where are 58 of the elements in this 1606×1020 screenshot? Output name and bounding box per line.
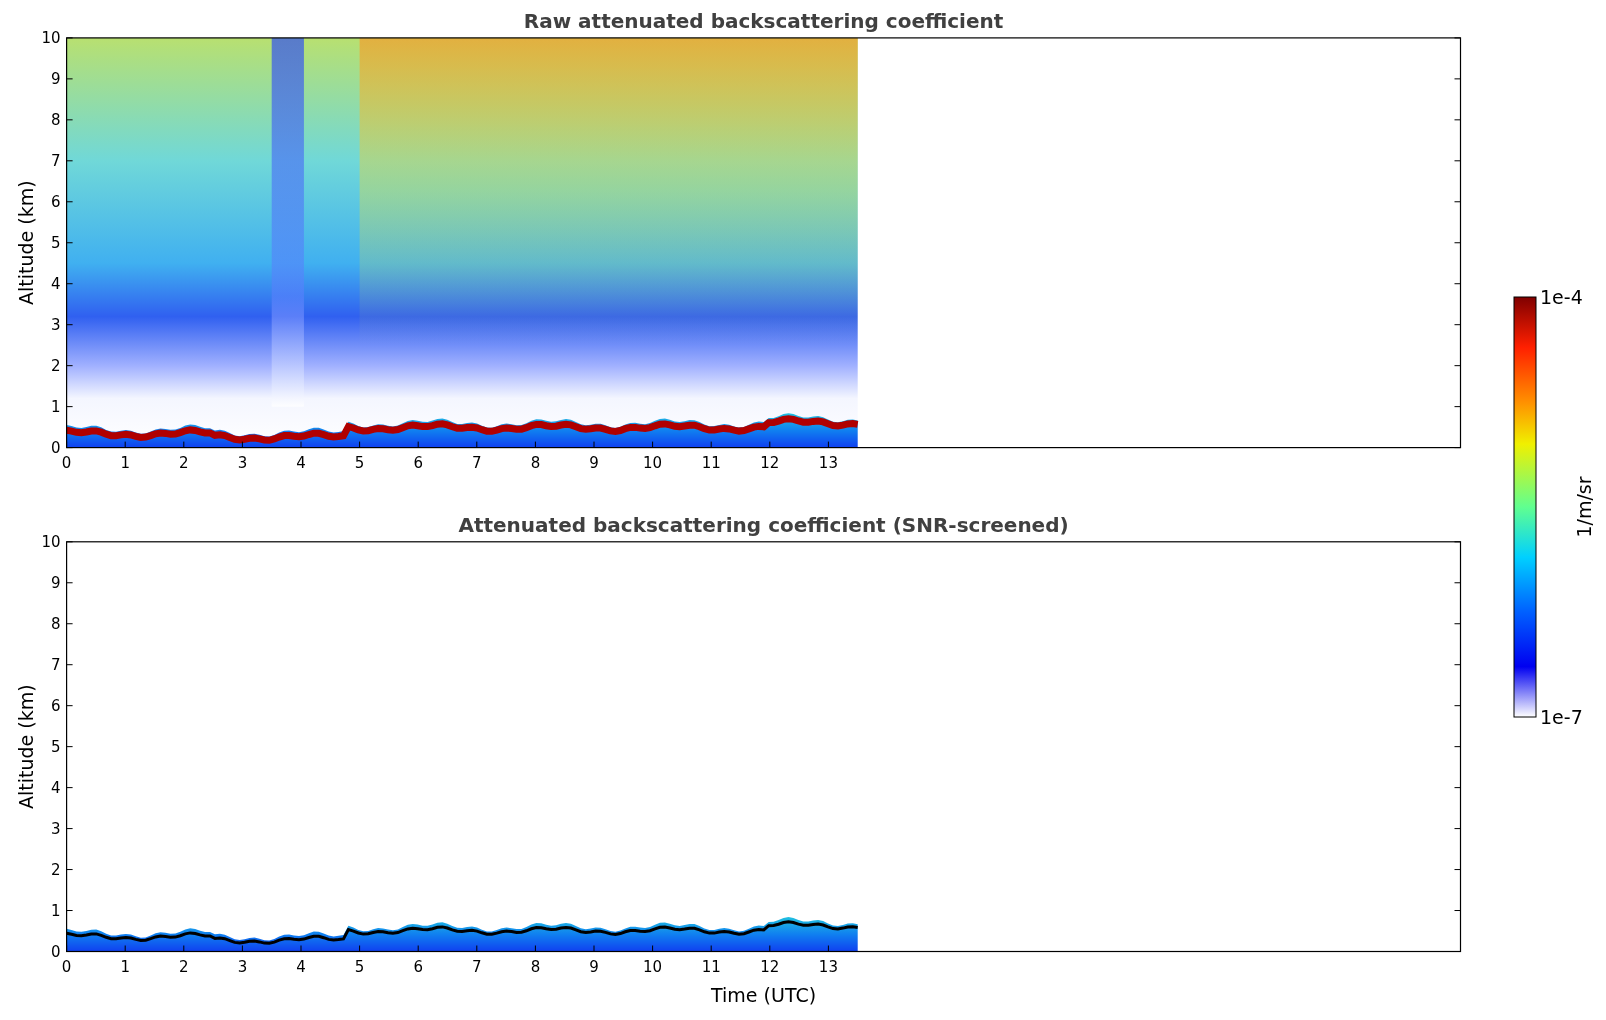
tick-label: 10 (41, 28, 61, 47)
tick-label: 3 (237, 957, 248, 976)
tick-label: 2 (51, 356, 61, 375)
tick-label: 2 (179, 957, 189, 976)
tick-label: 5 (354, 453, 365, 472)
colorbar-max-label: 1e-4 (1540, 286, 1583, 308)
tick-label: 1 (51, 901, 61, 920)
tick-label: 8 (530, 957, 541, 976)
x-axis-label: Time (UTC) (711, 983, 817, 1006)
tick-label: 13 (818, 957, 838, 976)
tick-label: 4 (296, 957, 306, 976)
tick-label: 5 (51, 233, 61, 252)
tick-label: 10 (643, 453, 663, 472)
tick-label: 7 (51, 151, 61, 170)
tick-label: 0 (61, 957, 72, 976)
tick-label: 4 (296, 453, 306, 472)
tick-label: 10 (41, 532, 61, 551)
tick-label: 9 (51, 69, 61, 88)
tick-label: 6 (413, 453, 423, 472)
tick-label: 3 (51, 315, 61, 334)
tick-label: 7 (472, 453, 482, 472)
tick-label: 1 (120, 957, 130, 976)
tick-label: 1 (51, 397, 61, 416)
tick-label: 3 (237, 453, 248, 472)
y-axis-label: Altitude (km) (14, 180, 37, 306)
tick-label: 5 (354, 957, 365, 976)
tick-label: 6 (51, 696, 61, 715)
tick-label: 2 (51, 860, 61, 879)
tick-label: 0 (51, 438, 61, 457)
tick-label: 8 (530, 453, 541, 472)
tick-label: 9 (589, 957, 599, 976)
tick-label: 0 (51, 942, 61, 961)
tick-label: 11 (701, 453, 721, 472)
tick-label: 0 (61, 453, 72, 472)
tick-label: 11 (701, 957, 721, 976)
tick-label: 10 (643, 957, 663, 976)
colorbar-min-label: 1e-7 (1540, 706, 1583, 728)
tick-label: 9 (51, 573, 61, 592)
tick-label: 12 (760, 957, 780, 976)
tick-label: 2 (179, 453, 189, 472)
tick-label: 3 (51, 819, 61, 838)
tick-label: 7 (472, 957, 482, 976)
tick-label: 1 (120, 453, 130, 472)
tick-label: 12 (760, 453, 780, 472)
y-axis-label: Altitude (km) (14, 684, 37, 809)
colorbar-label: 1/m/sr (1573, 476, 1595, 538)
tick-label: 5 (51, 737, 61, 756)
tick-label: 13 (818, 453, 838, 472)
plot-title: Raw attenuated backscattering coefficient (523, 8, 1004, 33)
tick-label: 9 (589, 453, 599, 472)
tick-label: 8 (51, 614, 61, 633)
tick-label: 4 (51, 274, 61, 293)
tick-label: 6 (51, 192, 61, 211)
tick-label: 4 (51, 778, 61, 797)
plot-title: Attenuated backscattering coefficient (SNR-screened) (458, 512, 1069, 537)
tick-label: 6 (413, 957, 423, 976)
tick-label: 8 (51, 110, 61, 129)
tick-label: 7 (51, 655, 61, 674)
